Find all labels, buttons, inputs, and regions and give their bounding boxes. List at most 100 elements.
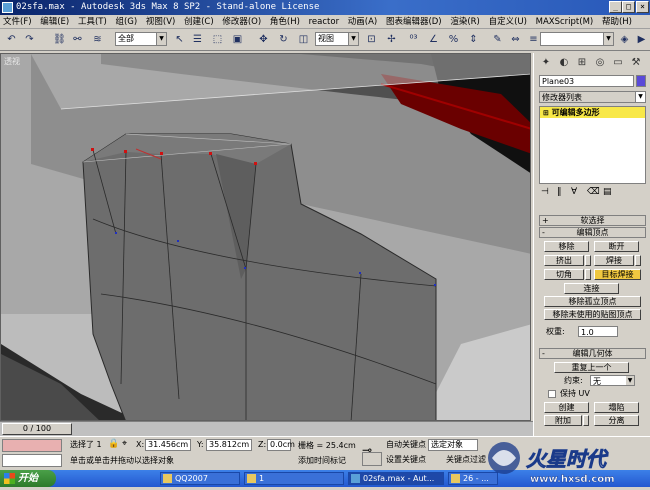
select-scale-icon[interactable]: ◫ [296,32,311,47]
expand-icon[interactable]: ⊞ [543,109,549,117]
taskbar-item-3dsmax[interactable]: 02sfa.max - Aut... [348,472,444,485]
maximize-button[interactable]: □ [622,1,635,13]
maxscript-input[interactable] [2,454,62,467]
menu-rendering[interactable]: 渲染(R) [447,15,483,29]
menu-animation[interactable]: 动画(A) [345,15,380,29]
select-object-icon[interactable]: ↖ [172,32,187,47]
create-button[interactable]: 创建 [544,402,589,413]
object-color-swatch[interactable] [636,75,646,87]
show-end-result-icon[interactable]: ‖ [557,187,562,197]
modify-tab-icon[interactable]: ◐ [556,55,572,70]
weld-settings-button[interactable] [635,255,641,266]
pivot-center-icon[interactable]: ⊡ [364,32,379,47]
menu-help[interactable]: 帮助(H) [599,15,635,29]
remove-modifier-icon[interactable]: ⌫ [587,187,600,197]
time-slider-thumb[interactable]: 0 / 100 [2,423,72,435]
weld-button[interactable]: 焊接 [594,255,634,266]
angle-snap-icon[interactable]: ∠ [426,32,441,47]
menu-edit[interactable]: 编辑(E) [37,15,72,29]
maxscript-listener[interactable] [2,439,62,452]
remove-isolated-vertices-button[interactable]: 移除孤立顶点 [544,296,641,307]
spinner-snap-icon[interactable]: ⇕ [466,32,481,47]
hierarchy-tab-icon[interactable]: ⊞ [574,55,590,70]
selection-filter-dropdown[interactable]: 全部 ▼ [115,32,167,46]
taskbar-item-qq[interactable]: QQ2007 [160,472,240,485]
configure-sets-icon[interactable]: ▤ [603,187,612,197]
menu-customize[interactable]: 自定义(U) [486,15,530,29]
extrude-settings-button[interactable] [585,255,591,266]
transform-mode-icon[interactable]: ⌖ [122,439,127,449]
extrude-button[interactable]: 挤出 [544,255,584,266]
menu-tools[interactable]: 工具(T) [75,15,110,29]
add-time-tag-button[interactable]: 添加时间标记 [298,456,346,466]
named-selection-sets-dropdown[interactable]: ▼ [540,32,614,46]
menu-maxscript[interactable]: MAXScript(M) [533,15,597,29]
menu-reactor[interactable]: reactor [306,15,342,29]
rectangular-selection-icon[interactable]: ⬚ [210,32,225,47]
y-coordinate-field[interactable]: 35.812cm [206,439,252,451]
mirror-icon[interactable]: ⇔ [508,32,523,47]
select-by-name-icon[interactable]: ☰ [190,32,205,47]
z-coordinate-field[interactable]: 0.0cm [267,439,295,451]
minimize-button[interactable]: _ [609,1,622,13]
create-tab-icon[interactable]: ✦ [538,55,554,70]
display-tab-icon[interactable]: ▭ [610,55,626,70]
attach-list-button[interactable] [583,415,589,426]
bind-space-warp-icon[interactable]: ≋ [90,32,105,47]
reference-coordinate-dropdown[interactable]: 视图 ▼ [315,32,359,46]
menu-create[interactable]: 创建(C) [181,15,217,29]
time-slider[interactable]: 0 / 100 [0,421,533,436]
modifier-list-dropdown[interactable]: 修改器列表 ▼ [539,91,646,103]
align-icon[interactable]: ≡ [526,32,541,47]
key-mode-dropdown[interactable]: 选定对象 [428,439,478,451]
curve-editor-icon[interactable]: ◈ [617,32,632,47]
menu-modifiers[interactable]: 修改器(O) [219,15,264,29]
rollout-soft-selection[interactable]: + 软选择 [539,215,646,226]
detach-button[interactable]: 分离 [594,415,639,426]
link-icon[interactable]: ⛓ [52,32,67,47]
percent-snap-icon[interactable]: % [446,32,461,47]
rollout-edit-vertices[interactable]: - 编辑顶点 [539,227,646,238]
snap-toggle-icon[interactable]: ⁰³ [406,32,421,47]
start-button[interactable]: 开始 [0,470,56,487]
redo-icon[interactable]: ↷ [22,32,37,47]
viewport-label[interactable]: 透视 [4,56,20,67]
object-name-field[interactable]: Plane03 [539,75,634,87]
collapse-button[interactable]: 塌陷 [594,402,639,413]
render-icon[interactable]: ▶ [634,32,649,47]
taskbar-item-other[interactable]: 26 - ... [448,472,498,485]
menu-views[interactable]: 视图(V) [143,15,178,29]
lock-icon[interactable]: 🔒 [108,439,119,449]
chamfer-settings-button[interactable] [585,269,591,280]
preserve-uv-checkbox[interactable] [548,390,556,398]
pin-stack-icon[interactable]: ⊣ [541,187,549,197]
named-selection-icon[interactable]: ✎ [490,32,505,47]
x-coordinate-field[interactable]: 31.456cm [145,439,191,451]
menu-graph-editors[interactable]: 图表编辑器(D) [383,15,445,29]
auto-key-button[interactable]: 自动关键点 [386,440,426,450]
constraint-dropdown[interactable]: 无 ▼ [590,375,635,386]
remove-unused-map-vertices-button[interactable]: 移除未使用的贴图顶点 [544,309,641,320]
unlink-icon[interactable]: ⚯ [70,32,85,47]
set-key-button[interactable]: 设置关键点 [386,455,426,465]
close-button[interactable]: × [636,1,649,13]
repeat-last-button[interactable]: 重复上一个 [554,362,629,373]
utilities-tab-icon[interactable]: ⚒ [628,55,644,70]
menu-group[interactable]: 组(G) [112,15,140,29]
rollout-edit-geometry[interactable]: - 编辑几何体 [539,348,646,359]
key-filters-button[interactable]: 关键点过滤 [446,455,486,465]
chamfer-button[interactable]: 切角 [544,269,584,280]
weight-spinner[interactable]: 1.0 [578,326,618,337]
break-button[interactable]: 断开 [594,241,639,252]
motion-tab-icon[interactable]: ◎ [592,55,608,70]
target-weld-button[interactable]: 目标焊接 [594,269,641,280]
set-key-icon[interactable] [362,452,382,466]
make-unique-icon[interactable]: ∀ [571,187,577,197]
select-move-icon[interactable]: ✥ [256,32,271,47]
select-manipulate-icon[interactable]: ✢ [384,32,399,47]
window-crossing-icon[interactable]: ▣ [230,32,245,47]
select-rotate-icon[interactable]: ↻ [276,32,291,47]
undo-icon[interactable]: ↶ [4,32,19,47]
menu-character[interactable]: 角色(H) [267,15,303,29]
menu-file[interactable]: 文件(F) [0,15,35,29]
